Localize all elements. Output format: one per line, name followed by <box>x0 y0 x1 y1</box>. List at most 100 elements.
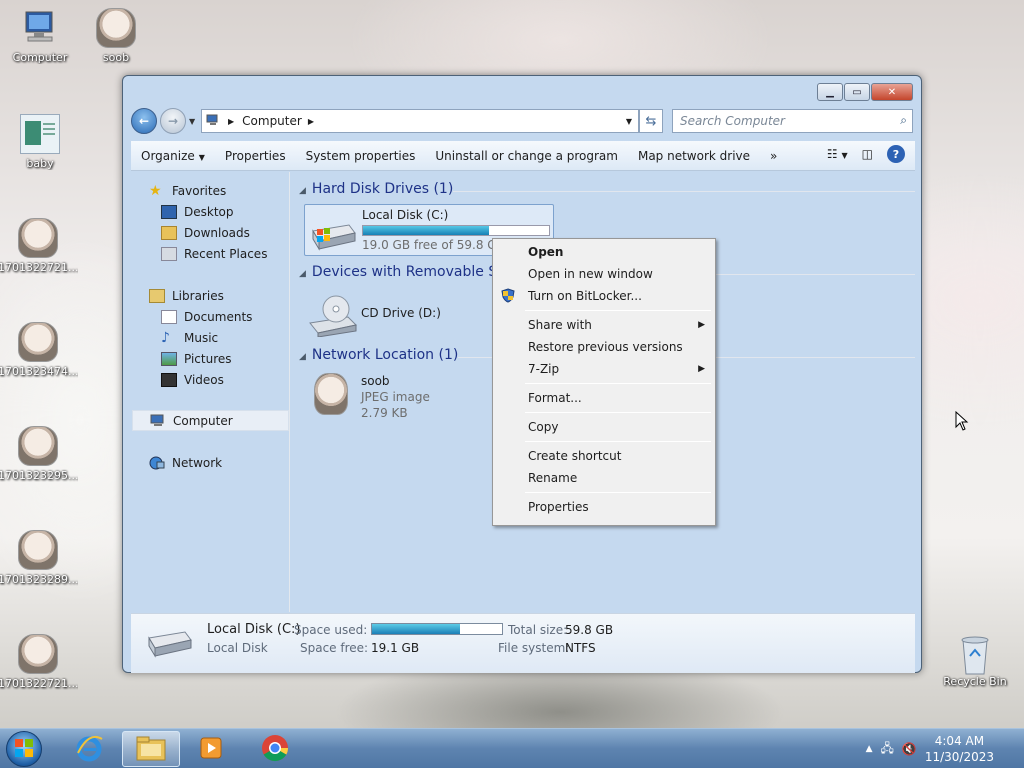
nav-libraries[interactable]: Libraries <box>149 285 224 306</box>
image-thumbnail-icon <box>18 530 58 570</box>
navigation-bar: ← → ▼ ▶ Computer ▶ ▼ ⇆ Search Computer ⌕ <box>131 107 915 135</box>
group-hard-disk-drives[interactable]: ◢ Hard Disk Drives (1) <box>299 181 453 197</box>
maximize-icon: ▭ <box>852 86 862 98</box>
nav-videos[interactable]: Videos <box>161 369 224 390</box>
desktop-icon-label: baby <box>26 157 54 170</box>
forward-button[interactable]: → <box>160 108 186 134</box>
menu-item-rename[interactable]: Rename <box>495 467 713 489</box>
nav-label: Pictures <box>184 351 232 366</box>
collapse-triangle-icon: ◢ <box>299 269 306 279</box>
menu-item-restore-previous-versions[interactable]: Restore previous versions <box>495 336 713 358</box>
taskbar-chrome[interactable] <box>246 731 304 767</box>
menu-item-7zip[interactable]: 7-Zip ▶ <box>495 358 713 380</box>
shield-icon <box>501 288 515 306</box>
group-title: Hard Disk Drives (1) <box>311 181 454 197</box>
nav-music[interactable]: ♪ Music <box>161 327 218 348</box>
help-button[interactable]: ? <box>887 145 905 163</box>
menu-item-label: Share with <box>528 318 592 332</box>
menu-item-copy[interactable]: Copy <box>495 416 713 438</box>
desktop-icon-image-1[interactable]: 1701322721... <box>0 218 78 274</box>
preview-pane-button[interactable]: ◫ <box>862 147 873 161</box>
submenu-arrow-icon: ▶ <box>698 320 705 330</box>
show-hidden-icons-button[interactable]: ▲ <box>866 744 873 754</box>
navigation-pane: ★ Favorites Desktop Downloads Recent Plac… <box>131 172 290 612</box>
menu-item-bitlocker[interactable]: Turn on BitLocker... <box>495 285 713 307</box>
nav-network[interactable]: Network <box>149 452 222 473</box>
pictures-icon <box>161 351 177 366</box>
desktop-icon-label: 1701323295... <box>0 469 78 482</box>
taskbar-internet-explorer[interactable] <box>60 731 118 767</box>
menu-item-label: 7-Zip <box>528 362 560 376</box>
file-size: 2.79 KB <box>361 406 408 420</box>
taskbar-windows-explorer[interactable] <box>122 731 180 767</box>
minimize-icon: ▁ <box>826 86 834 98</box>
nav-favorites[interactable]: ★ Favorites <box>149 180 226 201</box>
menu-item-create-shortcut[interactable]: Create shortcut <box>495 445 713 467</box>
drive-name: CD Drive (D:) <box>361 306 441 320</box>
chevron-down-icon: ▼ <box>198 152 205 162</box>
change-view-button[interactable]: ☷ ▼ <box>827 147 848 161</box>
nav-recent-places[interactable]: Recent Places <box>161 243 267 264</box>
maximize-button[interactable]: ▭ <box>844 83 870 101</box>
breadcrumb-computer[interactable]: Computer <box>242 114 302 128</box>
system-properties-button[interactable]: System properties <box>296 149 426 163</box>
menu-item-open[interactable]: Open <box>495 241 713 263</box>
nav-pictures[interactable]: Pictures <box>161 348 232 369</box>
address-dropdown-icon[interactable]: ▼ <box>626 117 632 126</box>
search-icon[interactable]: ⌕ <box>900 113 907 128</box>
nav-label: Downloads <box>184 225 250 240</box>
group-network-location[interactable]: ◢ Network Location (1) <box>299 347 458 363</box>
breadcrumb-separator-icon[interactable]: ▶ <box>228 117 234 126</box>
group-divider <box>453 191 915 192</box>
desktop-icon-baby[interactable]: baby <box>0 114 80 170</box>
volume-muted-icon[interactable]: 🔇 <box>902 742 917 756</box>
computer-icon <box>150 414 166 428</box>
network-status-icon[interactable]: 🖧 <box>880 739 893 760</box>
breadcrumb-separator-icon[interactable]: ▶ <box>308 117 314 126</box>
file-system-value: NTFS <box>565 641 596 655</box>
close-button[interactable]: ✕ <box>871 83 913 101</box>
desktop-icon-image-5[interactable]: 1701322721... <box>0 634 78 690</box>
image-thumbnail-icon <box>96 8 136 48</box>
file-type: JPEG image <box>361 390 430 404</box>
chevron-down-icon: ▼ <box>841 151 848 160</box>
address-bar[interactable]: ▶ Computer ▶ ▼ <box>201 109 639 133</box>
desktop-icon-image-4[interactable]: 1701323289... <box>0 530 78 586</box>
nav-computer[interactable]: Computer <box>132 410 289 431</box>
nav-desktop[interactable]: Desktop <box>161 201 234 222</box>
desktop-icon-computer[interactable]: Computer <box>0 8 80 64</box>
uninstall-program-button[interactable]: Uninstall or change a program <box>425 149 628 163</box>
organize-button[interactable]: Organize ▼ <box>131 149 215 163</box>
nav-documents[interactable]: Documents <box>161 306 252 327</box>
drive-name: Local Disk (C:) <box>362 208 449 222</box>
system-tray: ▲ 🖧 🔇 4:04 AM 11/30/2023 <box>866 729 1016 768</box>
menu-separator <box>525 441 711 442</box>
desktop-icon-image-3[interactable]: 1701323295... <box>0 426 78 482</box>
map-network-drive-button[interactable]: Map network drive <box>628 149 760 163</box>
back-button[interactable]: ← <box>131 108 157 134</box>
menu-item-format[interactable]: Format... <box>495 387 713 409</box>
properties-button[interactable]: Properties <box>215 149 296 163</box>
computer-small-icon <box>206 114 222 129</box>
menu-separator <box>525 310 711 311</box>
nav-downloads[interactable]: Downloads <box>161 222 250 243</box>
desktop-icon-soob[interactable]: soob <box>76 8 156 64</box>
folder-icon <box>135 734 167 765</box>
more-commands-button[interactable]: » <box>760 149 787 163</box>
mouse-cursor-icon <box>955 410 969 434</box>
menu-item-open-new-window[interactable]: Open in new window <box>495 263 713 285</box>
start-button[interactable] <box>6 731 42 767</box>
menu-item-properties[interactable]: Properties <box>495 496 713 518</box>
caption-buttons: ▁ ▭ ✕ <box>817 83 913 101</box>
menu-item-share-with[interactable]: Share with ▶ <box>495 314 713 336</box>
clock[interactable]: 4:04 AM 11/30/2023 <box>925 733 994 765</box>
search-box[interactable]: Search Computer ⌕ <box>672 109 913 133</box>
taskbar-media-player[interactable] <box>182 731 240 767</box>
recent-pages-dropdown[interactable]: ▼ <box>189 117 195 126</box>
total-size-label: Total size: <box>508 623 568 637</box>
desktop-icon-image-2[interactable]: 1701323474... <box>0 322 78 378</box>
menu-separator <box>525 412 711 413</box>
desktop-icon-recycle-bin[interactable]: Recycle Bin <box>935 632 1015 688</box>
refresh-button[interactable]: ⇆ <box>639 109 663 133</box>
minimize-button[interactable]: ▁ <box>817 83 843 101</box>
